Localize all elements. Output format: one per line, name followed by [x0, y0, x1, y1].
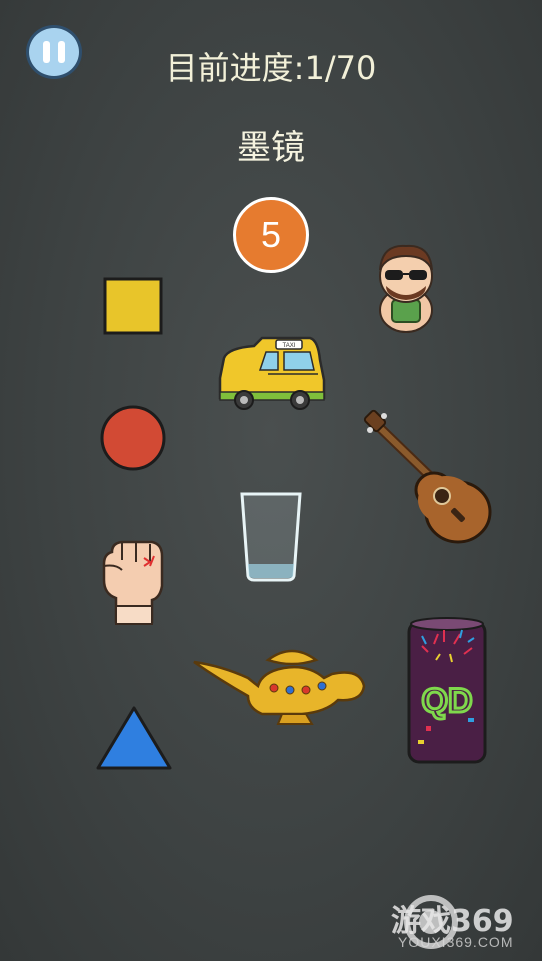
lamp-icon — [193, 649, 366, 725]
magic-lamp-item[interactable] — [192, 642, 368, 728]
taxi-item[interactable]: TAXI — [214, 330, 330, 412]
countdown-timer: 5 — [233, 197, 309, 273]
glass-item[interactable] — [238, 490, 304, 584]
fist-item[interactable] — [98, 536, 170, 628]
fist-icon — [102, 540, 164, 625]
yellow-square-item[interactable] — [100, 275, 166, 337]
watermark-url: YOUXI369.COM — [398, 934, 514, 950]
can-label: QD — [422, 682, 473, 720]
sunglasses-man-item[interactable] — [370, 240, 442, 335]
ukulele-icon — [363, 409, 492, 544]
sunglasses-man-icon — [379, 244, 433, 333]
blue-triangle-item[interactable] — [94, 704, 174, 772]
ukulele-item[interactable] — [362, 408, 494, 548]
target-word: 墨镜 — [237, 128, 305, 168]
glass-icon — [240, 492, 302, 582]
taxi-icon — [218, 336, 326, 410]
drink-can-item[interactable]: QD — [404, 614, 490, 768]
taxi-sign-text: TAXI — [283, 343, 296, 349]
progress-text: 目前进度:1/70 — [165, 49, 377, 87]
red-circle-item[interactable] — [98, 403, 168, 473]
